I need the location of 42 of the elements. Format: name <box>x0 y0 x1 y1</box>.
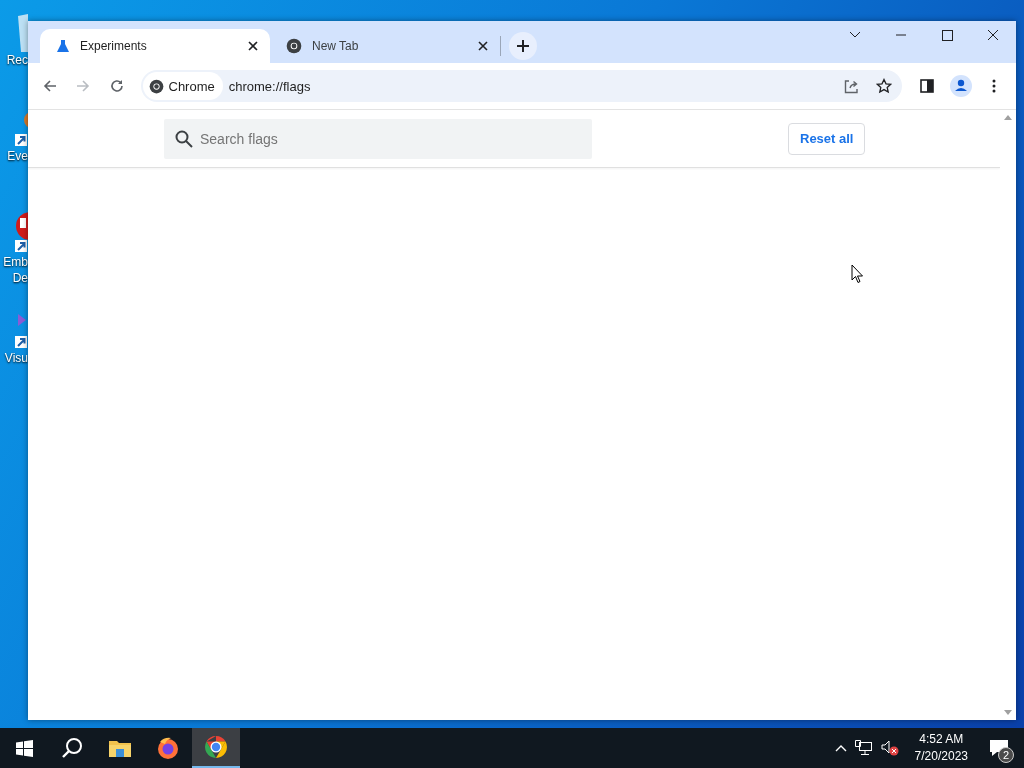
chrome-icon <box>286 38 302 54</box>
side-panel-icon[interactable] <box>920 79 935 93</box>
close-icon[interactable] <box>478 41 488 51</box>
plus-icon[interactable] <box>517 40 529 52</box>
scroll-down-icon[interactable] <box>1004 710 1012 716</box>
network-icon[interactable] <box>854 740 873 756</box>
clock-time[interactable]: 4:52 AM <box>919 731 964 748</box>
browser-tab[interactable]: Experiments <box>40 29 270 63</box>
shortcut-icon[interactable] <box>14 312 28 350</box>
desktop-icon-label: Visu <box>4 350 28 366</box>
search-icon[interactable] <box>61 737 83 759</box>
url-text: chrome://flags <box>228 78 312 94</box>
firefox-icon <box>156 736 180 760</box>
site-chip[interactable]: Chrome <box>142 72 223 100</box>
chrome-icon <box>204 735 228 759</box>
desktop-icon-label: Eve <box>7 148 28 164</box>
menu-icon[interactable] <box>992 79 997 93</box>
star-icon[interactable] <box>875 78 892 94</box>
scroll-up-icon[interactable] <box>1004 114 1012 120</box>
reload-icon[interactable] <box>109 79 124 93</box>
close-icon[interactable] <box>248 41 258 51</box>
browser-tab[interactable]: New Tab <box>270 29 500 63</box>
desktop-icon-label: Rec <box>6 52 28 68</box>
profile-icon[interactable] <box>949 75 972 97</box>
chevron-up-icon[interactable] <box>834 744 847 752</box>
clock-date[interactable]: 7/20/2023 <box>914 748 968 765</box>
reset-all-button[interactable]: Reset all <box>788 122 866 155</box>
cursor-icon <box>851 264 864 284</box>
search-field[interactable]: Search flags <box>164 118 592 159</box>
muted-speaker-icon[interactable] <box>880 740 899 756</box>
taskbar-app[interactable] <box>192 728 240 768</box>
new-tab-button[interactable] <box>509 32 537 60</box>
share-icon[interactable] <box>844 78 859 94</box>
chrome-icon <box>148 78 164 94</box>
folder-icon <box>108 738 132 758</box>
back-icon[interactable] <box>42 79 57 93</box>
address-bar[interactable]: Chrome chrome://flags <box>140 70 902 102</box>
flask-icon <box>56 39 70 53</box>
desktop-icon-label: Emb De <box>3 254 28 286</box>
search-icon <box>175 129 193 148</box>
notification-count: 2 <box>998 747 1014 763</box>
start-icon[interactable] <box>15 739 33 757</box>
